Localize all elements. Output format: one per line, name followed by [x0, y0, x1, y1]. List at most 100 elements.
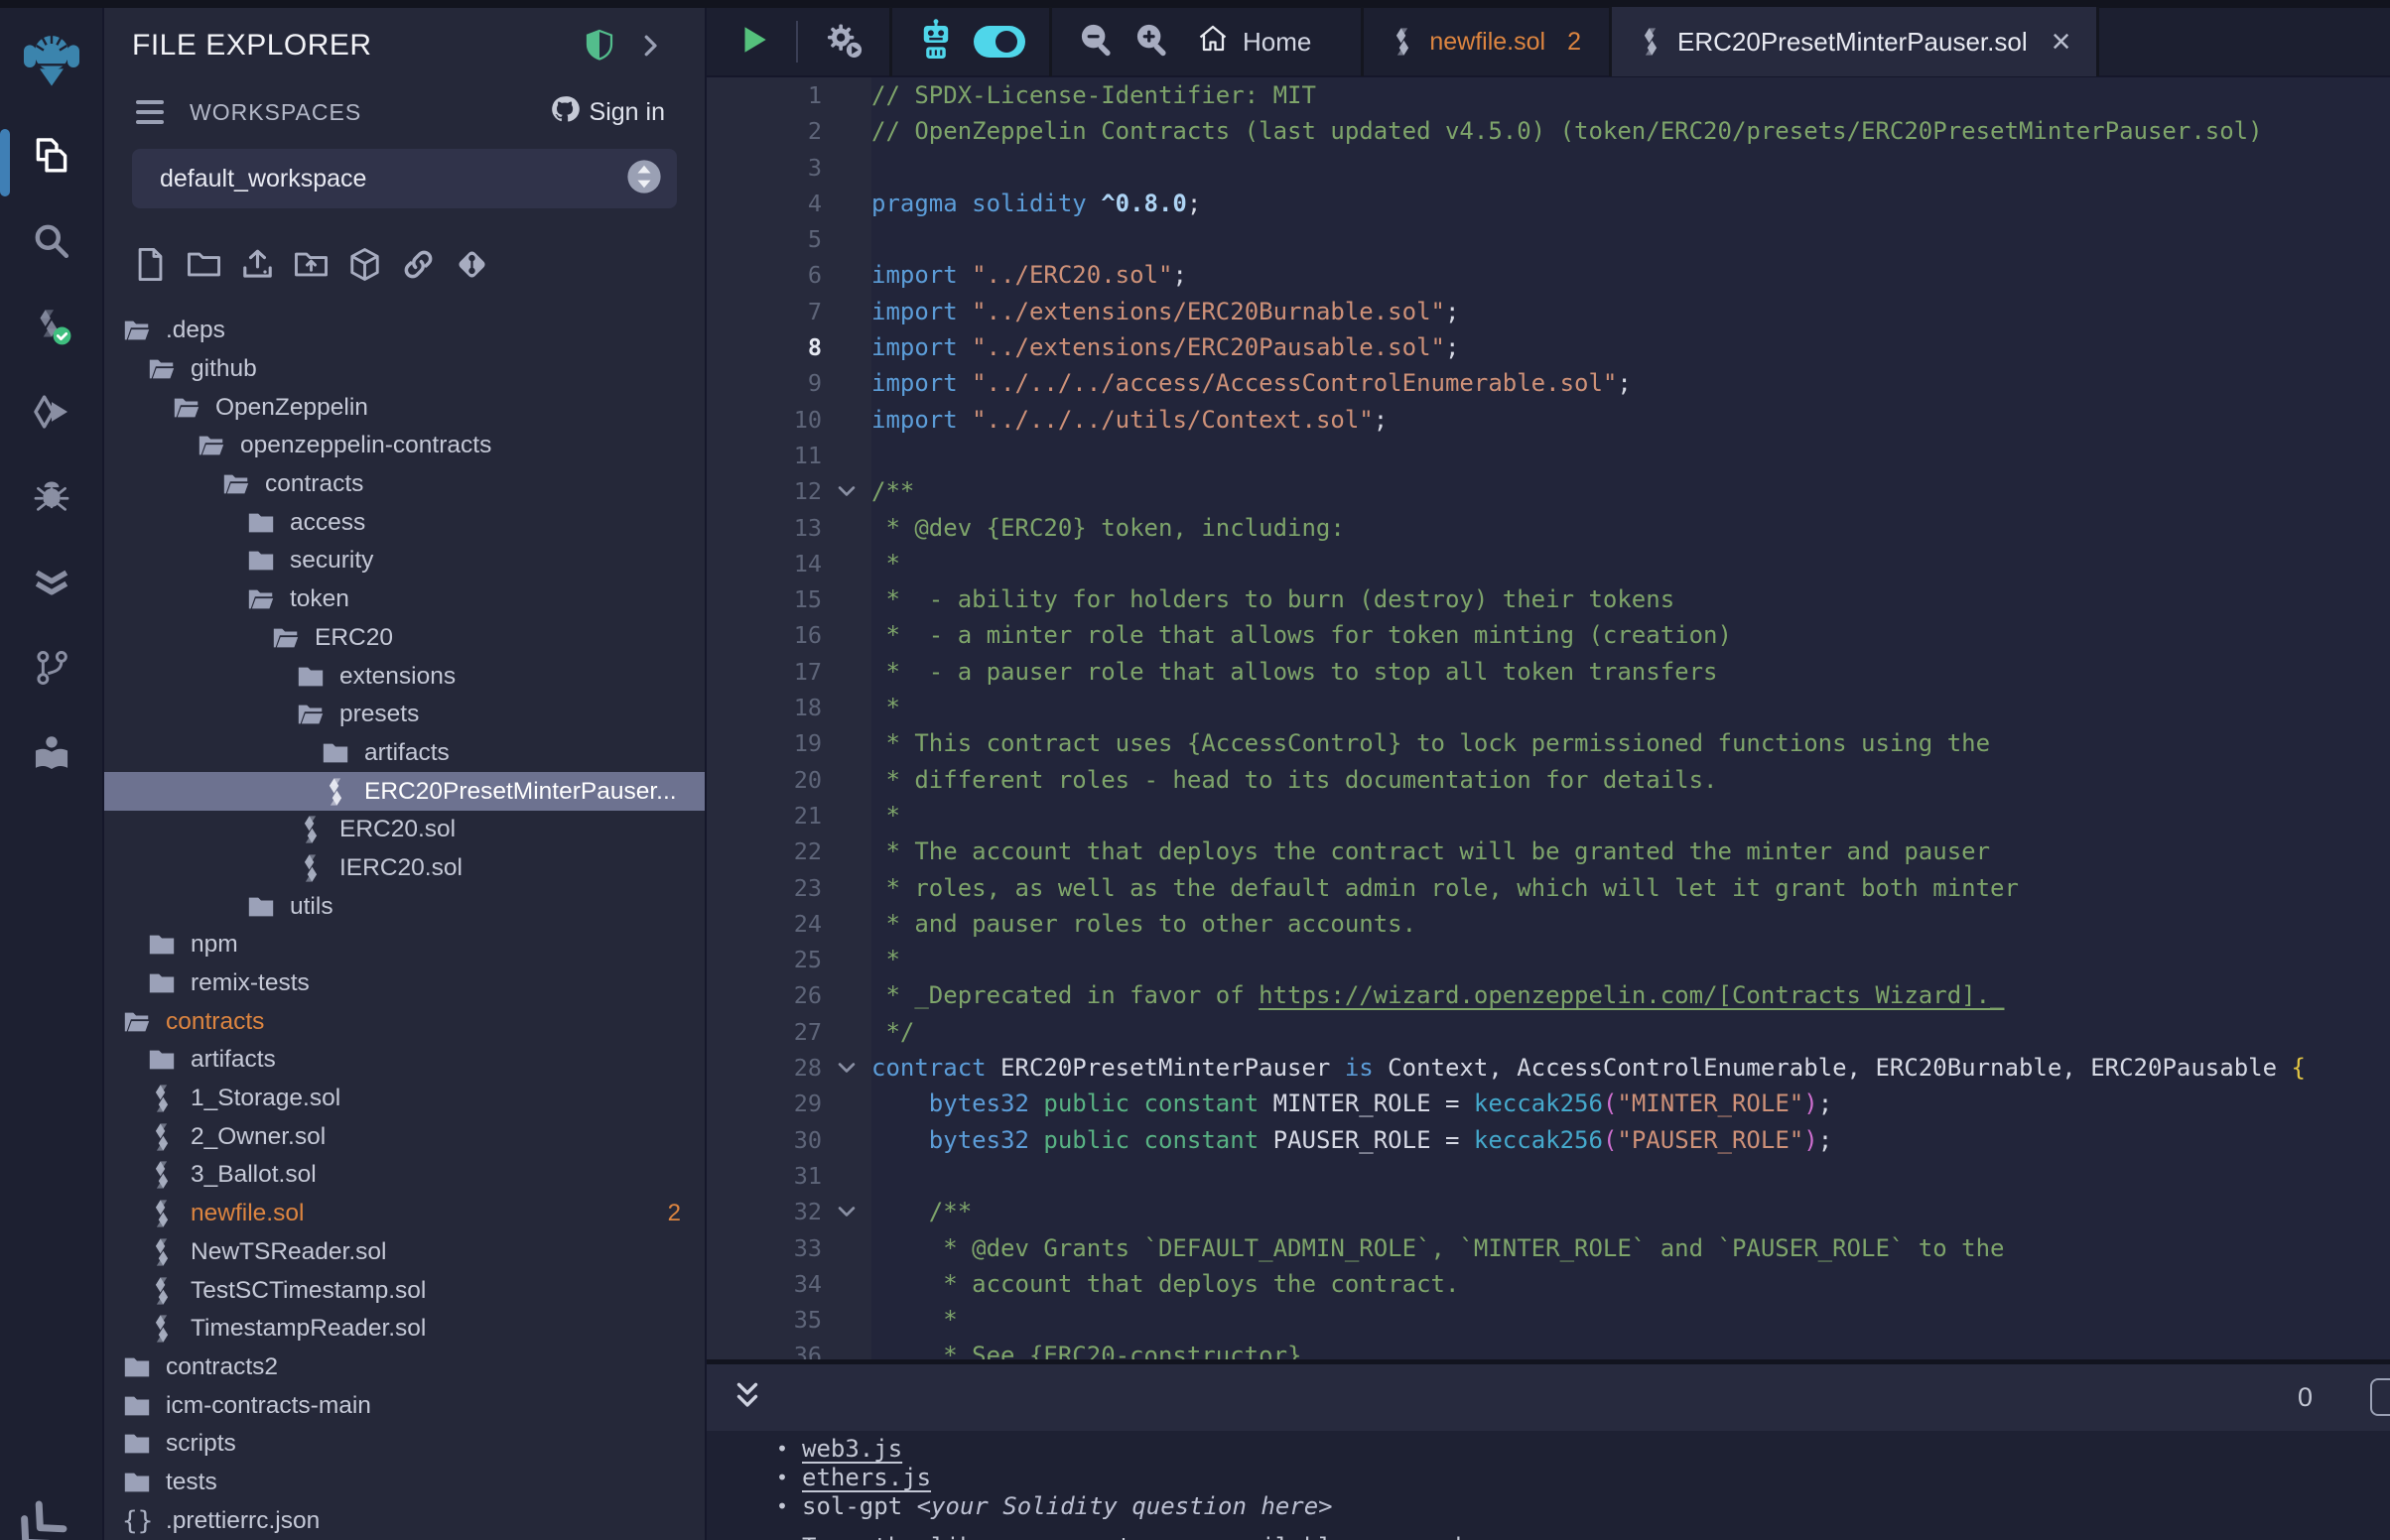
code-text[interactable]: pragma solidity ^0.8.0; — [871, 186, 2390, 221]
code-text[interactable] — [871, 1158, 2390, 1194]
code-text[interactable]: * account that deploys the contract. — [871, 1266, 2390, 1302]
code-text[interactable]: * — [871, 798, 2390, 834]
code-text[interactable] — [871, 221, 2390, 257]
git-diamond-icon[interactable] — [454, 246, 490, 288]
code-text[interactable]: * — [871, 690, 2390, 725]
code-text[interactable]: */ — [871, 1014, 2390, 1050]
sidebar-item-solidity-compiler[interactable] — [0, 286, 102, 371]
code-text[interactable]: * _Deprecated in favor of https://wizard… — [871, 977, 2390, 1013]
sidebar-item-deploy-run[interactable] — [0, 371, 102, 456]
code-text[interactable]: * @dev Grants `DEFAULT_ADMIN_ROLE`, `MIN… — [871, 1230, 2390, 1266]
zoom-out-icon[interactable] — [1078, 21, 1116, 64]
gears-icon[interactable] — [820, 17, 865, 67]
code-text[interactable]: * roles, as well as the default admin ro… — [871, 870, 2390, 906]
code-text[interactable]: * The account that deploys the contract … — [871, 834, 2390, 869]
code-text[interactable]: import "../extensions/ERC20Burnable.sol"… — [871, 294, 2390, 329]
fold-chevron-icon[interactable] — [822, 473, 871, 509]
code-text[interactable]: * — [871, 1302, 2390, 1338]
code-editor[interactable]: 1// SPDX-License-Identifier: MIT2// Open… — [707, 77, 2390, 1359]
code-text[interactable]: * — [871, 546, 2390, 581]
code-text[interactable]: // OpenZeppelin Contracts (last updated … — [871, 113, 2390, 149]
sidebar-item-plugin-manager[interactable] — [0, 712, 102, 798]
new-file-icon[interactable] — [132, 246, 169, 288]
fold-chevron-icon[interactable] — [822, 1050, 871, 1086]
sidebar-item-debugger[interactable] — [0, 456, 102, 542]
terminal-link[interactable]: web3.js — [802, 1435, 902, 1464]
upload-file-icon[interactable] — [239, 246, 276, 288]
upload-folder-icon[interactable] — [293, 246, 330, 288]
workspace-select[interactable]: default_workspace — [132, 149, 677, 208]
tree-item-scripts[interactable]: scripts — [104, 1425, 705, 1464]
sidebar-item-file-explorer[interactable] — [0, 115, 102, 200]
tree-item-extensions[interactable]: extensions — [104, 657, 705, 696]
code-text[interactable] — [871, 150, 2390, 186]
code-text[interactable] — [871, 438, 2390, 473]
tree-item--deps[interactable]: .deps — [104, 312, 705, 350]
terminal-link[interactable]: ethers.js — [802, 1464, 931, 1492]
tree-item-npm[interactable]: npm — [104, 926, 705, 964]
collapse-icon[interactable] — [1, 1491, 80, 1540]
tab-erc20presetminterpauser-sol[interactable]: ERC20PresetMinterPauser.sol × — [1612, 7, 2096, 76]
tree-item-tests[interactable]: tests — [104, 1464, 705, 1502]
tree-item-erc20presetminterpauser-[interactable]: ERC20PresetMinterPauser... — [104, 772, 705, 811]
tree-item-openzeppelin[interactable]: OpenZeppelin — [104, 388, 705, 427]
tree-item-artifacts[interactable]: artifacts — [104, 734, 705, 773]
tab-home[interactable]: Home — [1197, 23, 1311, 62]
code-text[interactable]: /** — [871, 473, 2390, 509]
code-text[interactable]: bytes32 public constant PAUSER_ROLE = ke… — [871, 1122, 2390, 1158]
fold-chevron-icon[interactable] — [822, 1194, 871, 1229]
tree-item-1-storage-sol[interactable]: 1_Storage.sol — [104, 1080, 705, 1118]
code-text[interactable]: * @dev {ERC20} token, including: — [871, 510, 2390, 546]
tree-item-ierc20-sol[interactable]: IERC20.sol — [104, 849, 705, 888]
code-text[interactable]: * - ability for holders to burn (destroy… — [871, 581, 2390, 617]
code-text[interactable]: * - a minter role that allows for token … — [871, 617, 2390, 653]
sidebar-item-unit-testing[interactable] — [0, 542, 102, 627]
link-icon[interactable] — [400, 246, 437, 288]
code-text[interactable]: contract ERC20PresetMinterPauser is Cont… — [871, 1050, 2390, 1086]
play-icon[interactable] — [736, 23, 770, 62]
tree-item-newfile-sol[interactable]: newfile.sol2 — [104, 1195, 705, 1233]
code-text[interactable]: import "../extensions/ERC20Pausable.sol"… — [871, 329, 2390, 365]
tree-item-access[interactable]: access — [104, 503, 705, 542]
sidebar-item-git[interactable] — [0, 627, 102, 712]
tree-item-contracts[interactable]: contracts — [104, 1002, 705, 1041]
ai-robot-icon[interactable] — [914, 18, 958, 66]
tree-item-artifacts[interactable]: artifacts — [104, 1041, 705, 1080]
tree-item-security[interactable]: security — [104, 542, 705, 580]
tree-item-openzeppelin-contracts[interactable]: openzeppelin-contracts — [104, 427, 705, 465]
code-text[interactable]: * and pauser roles to other accounts. — [871, 906, 2390, 942]
tab-newfile-sol[interactable]: newfile.sol 2 — [1390, 7, 1581, 76]
tree-item-erc20-sol[interactable]: ERC20.sol — [104, 811, 705, 849]
publish-ipfs-cube-icon[interactable] — [346, 246, 383, 288]
code-text[interactable]: bytes32 public constant MINTER_ROLE = ke… — [871, 1086, 2390, 1121]
code-text[interactable]: * - a pauser role that allows to stop al… — [871, 654, 2390, 690]
chevron-right-icon[interactable] — [635, 31, 665, 61]
sidebar-item-search[interactable] — [0, 200, 102, 286]
tree-item-utils[interactable]: utils — [104, 887, 705, 926]
terminal-collapse-icon[interactable] — [730, 1378, 764, 1417]
code-text[interactable]: /** — [871, 1194, 2390, 1229]
tree-item-timestampreader-sol[interactable]: TimestampReader.sol — [104, 1310, 705, 1348]
tree-item-testsctimestamp-sol[interactable]: TestSCTimestamp.sol — [104, 1271, 705, 1310]
tree-item-remix-tests[interactable]: remix-tests — [104, 964, 705, 1003]
new-folder-icon[interactable] — [186, 246, 222, 288]
workspace-updown-icon[interactable] — [625, 158, 663, 200]
tree-item-contracts2[interactable]: contracts2 — [104, 1348, 705, 1387]
tree-item-presets[interactable]: presets — [104, 696, 705, 734]
workspaces-menu-icon[interactable] — [136, 100, 164, 124]
ai-toggle[interactable] — [974, 26, 1025, 58]
code-text[interactable]: * See {ERC20-constructor}. — [871, 1338, 2390, 1359]
tree-item-token[interactable]: token — [104, 580, 705, 619]
code-text[interactable]: import "../../../access/AccessControlEnu… — [871, 365, 2390, 401]
code-text[interactable]: // SPDX-License-Identifier: MIT — [871, 77, 2390, 113]
code-text[interactable]: * — [871, 942, 2390, 977]
code-text[interactable]: import "../../../utils/Context.sol"; — [871, 402, 2390, 438]
github-signin-button[interactable]: Sign in — [550, 94, 665, 131]
tree-item-3-ballot-sol[interactable]: 3_Ballot.sol — [104, 1156, 705, 1195]
close-icon[interactable]: × — [2052, 25, 2071, 59]
code-text[interactable]: import "../ERC20.sol"; — [871, 257, 2390, 293]
zoom-in-icon[interactable] — [1133, 21, 1171, 64]
code-text[interactable]: * different roles - head to its document… — [871, 762, 2390, 798]
tree-item-2-owner-sol[interactable]: 2_Owner.sol — [104, 1117, 705, 1156]
tree-item-newtsreader-sol[interactable]: NewTSReader.sol — [104, 1233, 705, 1272]
